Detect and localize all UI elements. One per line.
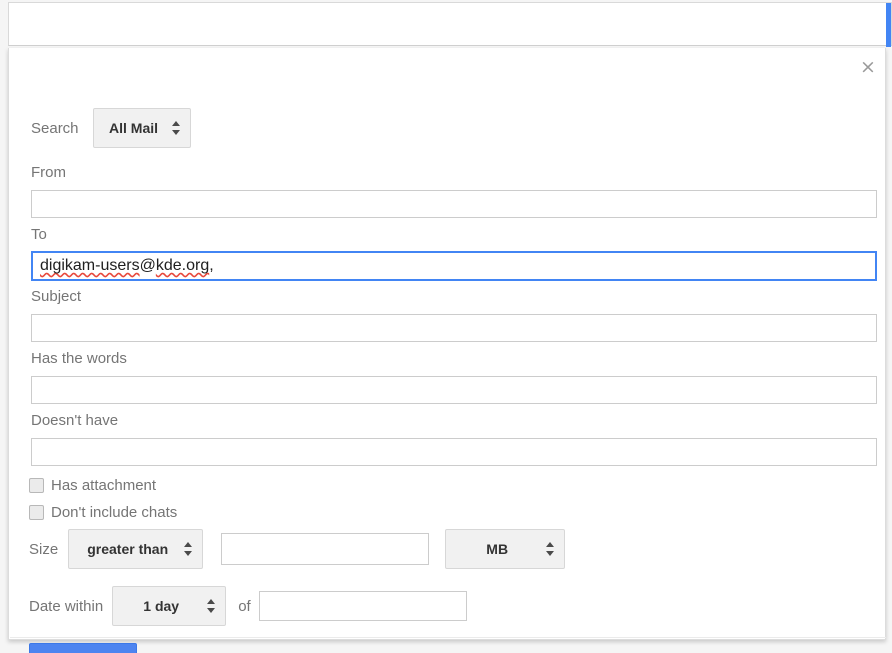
- to-label: To: [31, 226, 47, 243]
- chevron-updown-icon: [546, 541, 555, 557]
- dont-include-chats-label: Don't include chats: [51, 504, 178, 521]
- dont-include-chats-checkbox[interactable]: [29, 505, 44, 520]
- search-scope-select[interactable]: All Mail: [92, 108, 191, 148]
- doesnt-have-input[interactable]: [31, 438, 877, 466]
- chevron-updown-icon: [207, 598, 216, 614]
- close-icon[interactable]: ×: [857, 56, 879, 78]
- date-of-input[interactable]: [258, 591, 467, 621]
- footer-divider: [10, 637, 886, 638]
- size-label: Size: [29, 540, 59, 558]
- has-attachment-row[interactable]: Has attachment: [29, 477, 156, 494]
- size-amount-input[interactable]: [221, 533, 430, 565]
- to-token-at: @: [139, 257, 156, 274]
- search-label: Search: [31, 119, 79, 137]
- from-label: From: [31, 164, 66, 181]
- advanced-search-panel: Search All Mail From To digikam-users@kd…: [8, 48, 886, 653]
- size-row: Size greater than MB: [29, 529, 566, 569]
- chevron-updown-icon: [171, 120, 181, 136]
- has-attachment-label: Has attachment: [51, 477, 157, 494]
- has-words-label: Has the words: [31, 350, 127, 367]
- from-input[interactable]: [31, 190, 877, 218]
- date-row: Date within 1 day of: [29, 586, 467, 626]
- chevron-updown-icon: [184, 541, 193, 557]
- size-comparator-select[interactable]: greater than: [68, 529, 204, 569]
- date-within-select[interactable]: 1 day: [112, 586, 227, 626]
- search-scope-row: Search All Mail: [31, 108, 191, 148]
- size-comparator-value: greater than: [87, 541, 169, 557]
- size-unit-select[interactable]: MB: [445, 529, 566, 569]
- has-attachment-checkbox[interactable]: [29, 478, 44, 493]
- to-input-value: digikam-users@kde.org,: [38, 253, 870, 281]
- subject-label: Subject: [31, 288, 82, 305]
- to-token-local: digikam-users: [40, 257, 140, 274]
- subject-input[interactable]: [31, 314, 877, 342]
- search-button[interactable]: [29, 643, 137, 653]
- has-words-input[interactable]: [31, 376, 877, 404]
- to-token-domain: kde.org: [155, 257, 210, 274]
- date-of-label: of: [238, 597, 251, 615]
- screen: Search All Mail From To digikam-users@kd…: [0, 0, 892, 653]
- top-search-bar-accent: [886, 3, 891, 47]
- dont-include-chats-row[interactable]: Don't include chats: [29, 504, 177, 521]
- to-token-comma: ,: [209, 257, 214, 274]
- doesnt-have-label: Doesn't have: [31, 412, 119, 429]
- size-unit-value: MB: [486, 541, 509, 557]
- search-scope-value: All Mail: [109, 120, 159, 136]
- to-input[interactable]: digikam-users@kde.org,: [31, 251, 877, 281]
- date-within-value: 1 day: [143, 598, 180, 614]
- date-within-label: Date within: [29, 597, 104, 615]
- top-search-bar[interactable]: [8, 2, 892, 47]
